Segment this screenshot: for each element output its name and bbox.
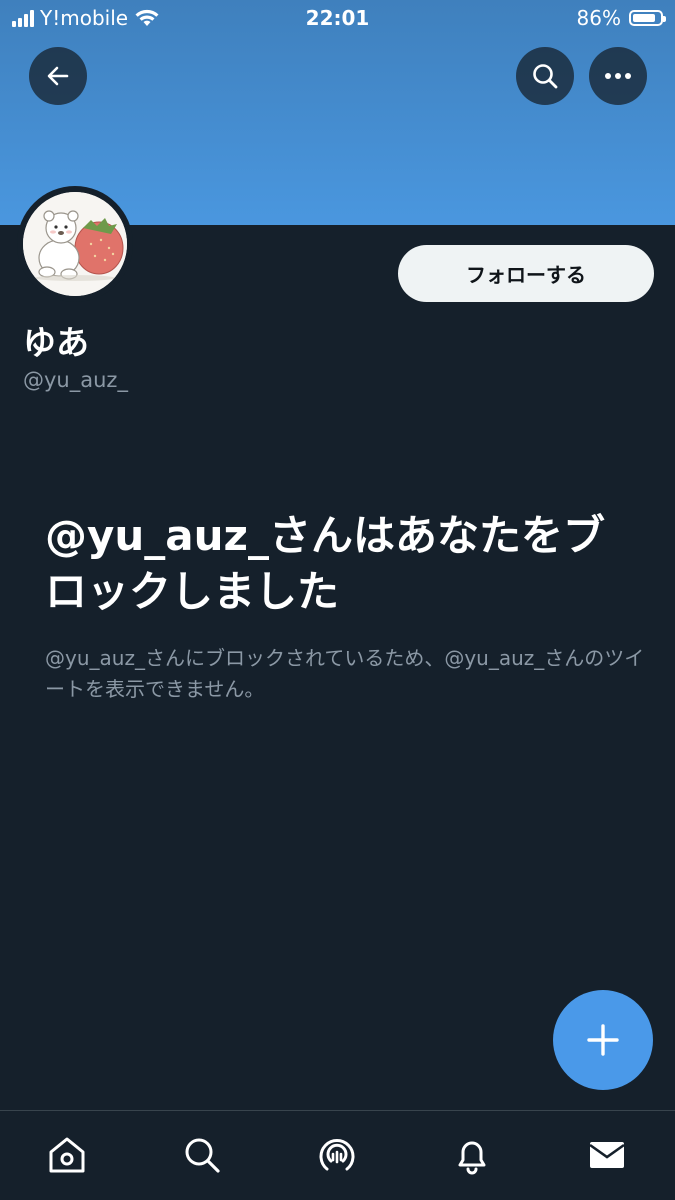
battery-icon [629, 10, 666, 26]
plus-icon [587, 1024, 619, 1056]
display-name: ゆあ [23, 323, 89, 362]
profile-banner: Y!mobile 22:01 86% [0, 0, 675, 225]
status-time: 22:01 [305, 6, 370, 30]
blocked-title: @yu_auz_さんはあなたをブロックしました [45, 511, 605, 616]
more-button[interactable] [589, 47, 647, 105]
tab-home[interactable] [45, 1133, 89, 1177]
search-button[interactable] [516, 47, 574, 105]
compose-tweet-button[interactable] [553, 990, 653, 1090]
spaces-icon [319, 1139, 355, 1171]
search-icon [185, 1138, 220, 1173]
battery-fill [633, 14, 656, 22]
status-right: 86% [576, 6, 666, 30]
tab-notifications[interactable] [450, 1133, 494, 1177]
bear-strawberry-illustration [23, 192, 127, 296]
battery-percent: 86% [576, 6, 621, 30]
tab-search[interactable] [180, 1133, 224, 1177]
avatar[interactable] [17, 186, 133, 302]
blocked-description: @yu_auz_さんにブロックされているため、@yu_auz_さんのツイートを表… [45, 646, 645, 701]
messages-envelope-icon [589, 1142, 625, 1168]
bottom-tab-bar [0, 1110, 675, 1200]
more-dots-icon [605, 73, 631, 79]
follow-button[interactable]: フォローする [398, 245, 654, 302]
tab-messages[interactable] [585, 1133, 629, 1177]
username: @yu_auz_ [23, 368, 128, 392]
home-icon [49, 1137, 85, 1173]
avatar-image [23, 192, 127, 296]
notifications-bell-icon [458, 1141, 486, 1175]
back-arrow-icon [47, 66, 69, 86]
back-button[interactable] [29, 47, 87, 105]
tab-spaces[interactable] [315, 1133, 359, 1177]
search-icon [533, 64, 558, 89]
status-bar: Y!mobile 22:01 86% [0, 0, 675, 36]
